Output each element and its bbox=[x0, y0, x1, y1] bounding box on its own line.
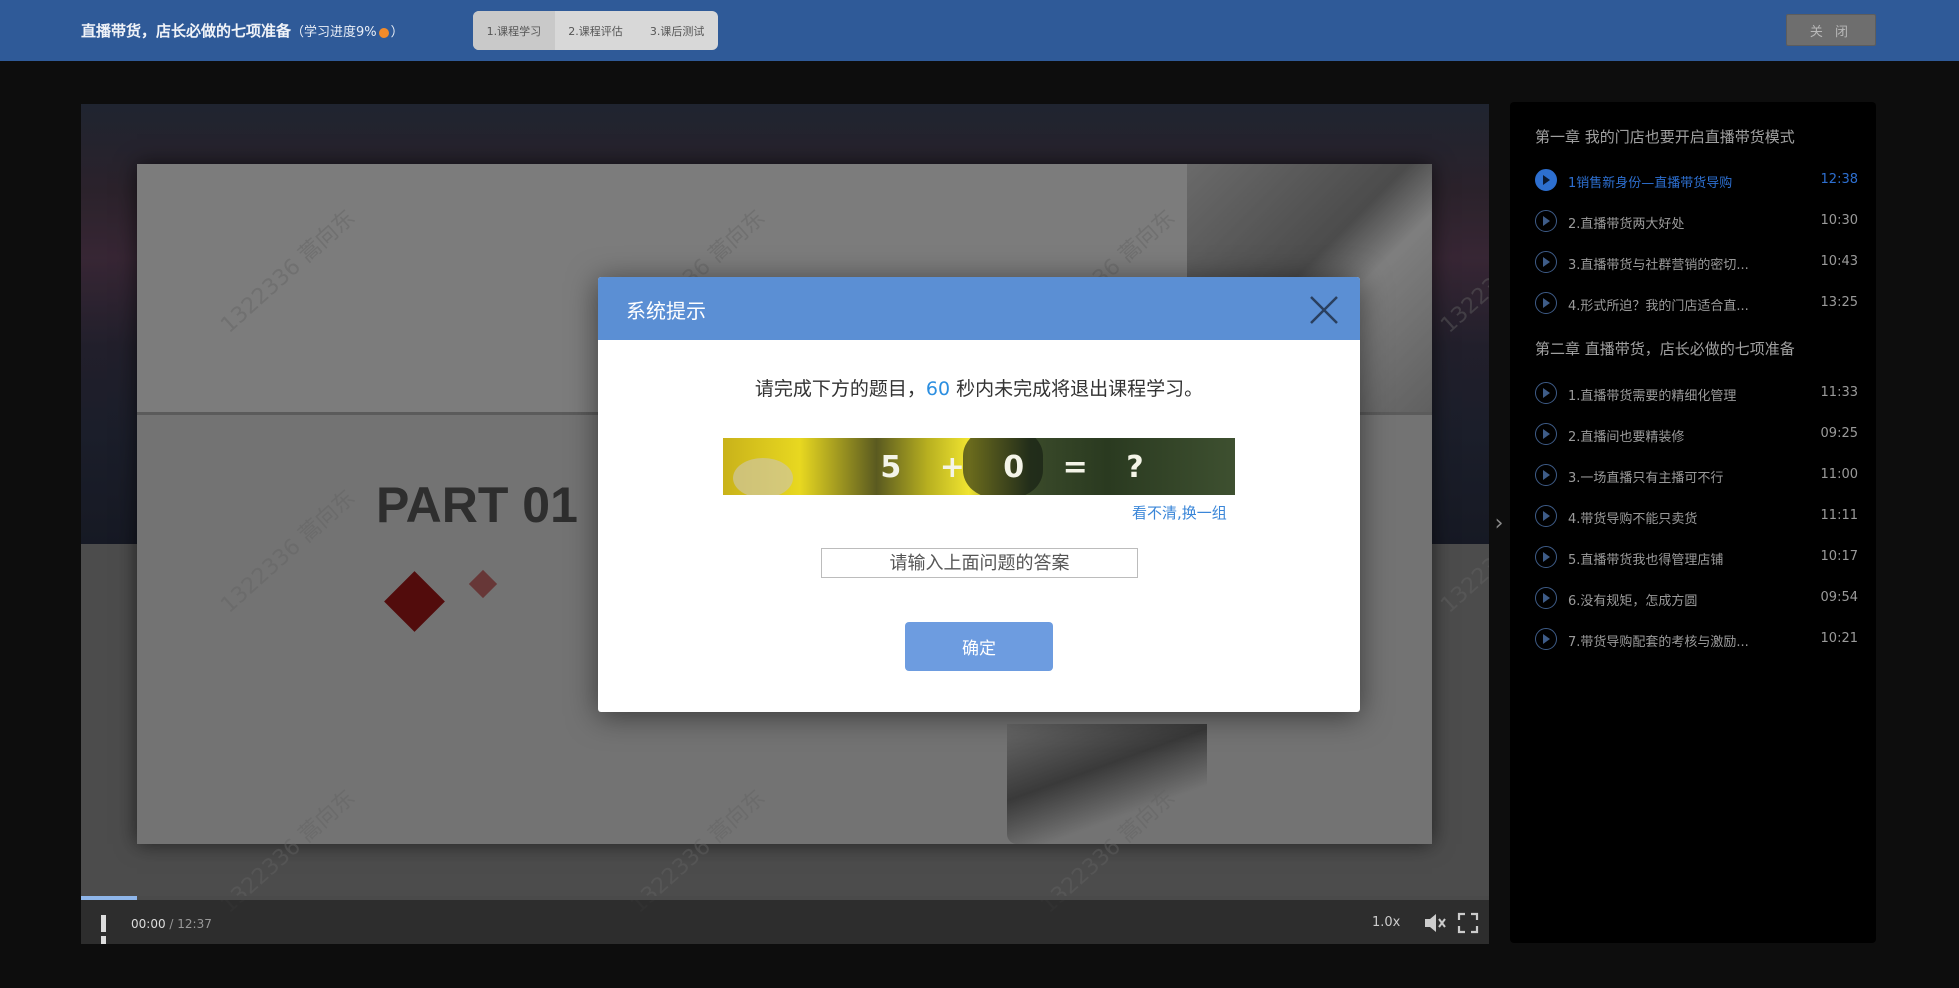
volume-mute-icon[interactable] bbox=[1423, 912, 1447, 934]
lesson-item[interactable]: 6.没有规矩，怎成方圆 09:54 bbox=[1535, 587, 1858, 611]
lesson-item[interactable]: 5.直播带货我也得管理店铺 10:17 bbox=[1535, 546, 1858, 570]
lesson-duration: 11:11 bbox=[1820, 508, 1858, 523]
lesson-title: 2.直播带货两大好处 bbox=[1568, 217, 1685, 232]
lesson-item[interactable]: 3.直播带货与社群营销的密切... 10:43 bbox=[1535, 251, 1858, 275]
play-circle-icon bbox=[1535, 505, 1557, 527]
lesson-duration: 10:21 bbox=[1820, 631, 1858, 646]
captcha-image: 5 + 0 = ? bbox=[723, 438, 1235, 495]
play-circle-icon bbox=[1535, 628, 1557, 650]
answer-input[interactable] bbox=[821, 548, 1138, 578]
progress-value: 9% bbox=[356, 25, 377, 40]
chapter-title: 第二章 直播带货，店长必做的七项准备 bbox=[1535, 340, 1795, 358]
lesson-item[interactable]: 1销售新身份—直播带货导购 12:38 bbox=[1535, 169, 1858, 193]
lesson-title: 2.直播间也要精装修 bbox=[1568, 430, 1685, 445]
playlist-panel: 第一章 我的门店也要开启直播带货模式 1销售新身份—直播带货导购 12:38 2… bbox=[1510, 102, 1876, 943]
dialog-header: 系统提示 bbox=[598, 277, 1360, 340]
captcha-question: 5 + 0 = ? bbox=[880, 450, 1158, 485]
refresh-captcha-link[interactable]: 看不清,换一组 bbox=[1132, 502, 1227, 523]
system-prompt-dialog: 系统提示 请完成下方的题目，60 秒内未完成将退出课程学习。 5 + 0 = ?… bbox=[598, 277, 1360, 712]
lesson-item[interactable]: 2.直播间也要精装修 09:25 bbox=[1535, 423, 1858, 447]
lesson-title: 5.直播带货我也得管理店铺 bbox=[1568, 553, 1724, 568]
play-circle-icon bbox=[1535, 546, 1557, 568]
lesson-duration: 11:00 bbox=[1820, 467, 1858, 482]
play-circle-icon bbox=[1535, 464, 1557, 486]
tab-post-test[interactable]: 3.课后测试 bbox=[636, 11, 718, 50]
lesson-title: 4.带货导购不能只卖货 bbox=[1568, 512, 1698, 527]
play-circle-icon bbox=[1535, 251, 1557, 273]
pause-icon[interactable] bbox=[101, 915, 117, 944]
message-text-end: 秒内未完成将退出课程学习。 bbox=[950, 378, 1204, 400]
play-circle-icon bbox=[1535, 292, 1557, 314]
lesson-duration: 10:17 bbox=[1820, 549, 1858, 564]
lesson-title: 1.直播带货需要的精细化管理 bbox=[1568, 389, 1737, 404]
lesson-title: 6.没有规矩，怎成方圆 bbox=[1568, 594, 1698, 609]
lesson-duration: 09:25 bbox=[1820, 426, 1858, 441]
lesson-duration: 09:54 bbox=[1820, 590, 1858, 605]
lesson-title: 7.带货导购配套的考核与激励... bbox=[1568, 635, 1749, 650]
time-display: 00:00 / 12:37 bbox=[131, 917, 212, 931]
lesson-item[interactable]: 4.形式所迫？我的门店适合直... 13:25 bbox=[1535, 292, 1858, 316]
lesson-item[interactable]: 1.直播带货需要的精细化管理 11:33 bbox=[1535, 382, 1858, 406]
dialog-title: 系统提示 bbox=[626, 299, 706, 323]
chevron-right-icon[interactable]: › bbox=[1488, 505, 1510, 541]
fullscreen-icon[interactable] bbox=[1457, 912, 1479, 934]
progress-dot-icon bbox=[378, 27, 389, 38]
lesson-duration: 10:30 bbox=[1820, 213, 1858, 228]
message-text: 请完成下方的题目， bbox=[754, 378, 926, 400]
close-button[interactable]: 关 闭 bbox=[1786, 14, 1876, 46]
play-circle-icon bbox=[1535, 382, 1557, 404]
play-circle-icon bbox=[1535, 423, 1557, 445]
close-icon[interactable] bbox=[1308, 294, 1340, 326]
step-tabs: 1.课程学习 2.课程评估 3.课后测试 bbox=[473, 11, 718, 50]
lesson-item[interactable]: 4.带货导购不能只卖货 11:11 bbox=[1535, 505, 1858, 529]
total-duration: 12:37 bbox=[177, 917, 212, 931]
current-time: 00:00 bbox=[131, 917, 166, 931]
lesson-duration: 10:43 bbox=[1820, 254, 1858, 269]
playback-speed[interactable]: 1.0x bbox=[1372, 915, 1400, 930]
lesson-title: 1销售新身份—直播带货导购 bbox=[1568, 176, 1733, 191]
tab-course-evaluation[interactable]: 2.课程评估 bbox=[555, 11, 637, 50]
course-title-text: 直播带货，店长必做的七项准备 bbox=[81, 22, 292, 40]
chapter-title: 第一章 我的门店也要开启直播带货模式 bbox=[1535, 128, 1795, 146]
confirm-button[interactable]: 确定 bbox=[905, 622, 1053, 671]
progress-suffix: ） bbox=[390, 25, 404, 40]
play-circle-icon bbox=[1535, 169, 1557, 191]
video-progress-fill bbox=[81, 896, 138, 900]
play-circle-icon bbox=[1535, 587, 1557, 609]
progress-prefix: （学习进度 bbox=[291, 25, 357, 40]
lesson-duration: 12:38 bbox=[1820, 172, 1858, 187]
lesson-title: 4.形式所迫？我的门店适合直... bbox=[1568, 299, 1749, 314]
dialog-message: 请完成下方的题目，60 秒内未完成将退出课程学习。 bbox=[598, 374, 1360, 401]
progress-label: （学习进度9% ） bbox=[291, 25, 404, 40]
top-bar: 直播带货，店长必做的七项准备（学习进度9% ） 1.课程学习 2.课程评估 3.课… bbox=[0, 0, 1959, 61]
lesson-duration: 11:33 bbox=[1820, 385, 1858, 400]
lesson-title: 3.直播带货与社群营销的密切... bbox=[1568, 258, 1749, 273]
video-controls bbox=[81, 896, 1489, 944]
lesson-item[interactable]: 2.直播带货两大好处 10:30 bbox=[1535, 210, 1858, 234]
tab-course-study[interactable]: 1.课程学习 bbox=[473, 11, 555, 50]
lesson-title: 3.一场直播只有主播可不行 bbox=[1568, 471, 1724, 486]
countdown-seconds: 60 bbox=[925, 378, 951, 400]
play-circle-icon bbox=[1535, 210, 1557, 232]
lesson-item[interactable]: 3.一场直播只有主播可不行 11:00 bbox=[1535, 464, 1858, 488]
lesson-duration: 13:25 bbox=[1820, 295, 1858, 310]
video-progress-bar[interactable] bbox=[81, 896, 1489, 900]
time-separator: / bbox=[165, 917, 178, 931]
lesson-item[interactable]: 7.带货导购配套的考核与激励... 10:21 bbox=[1535, 628, 1858, 652]
course-title: 直播带货，店长必做的七项准备（学习进度9% ） bbox=[81, 20, 404, 41]
